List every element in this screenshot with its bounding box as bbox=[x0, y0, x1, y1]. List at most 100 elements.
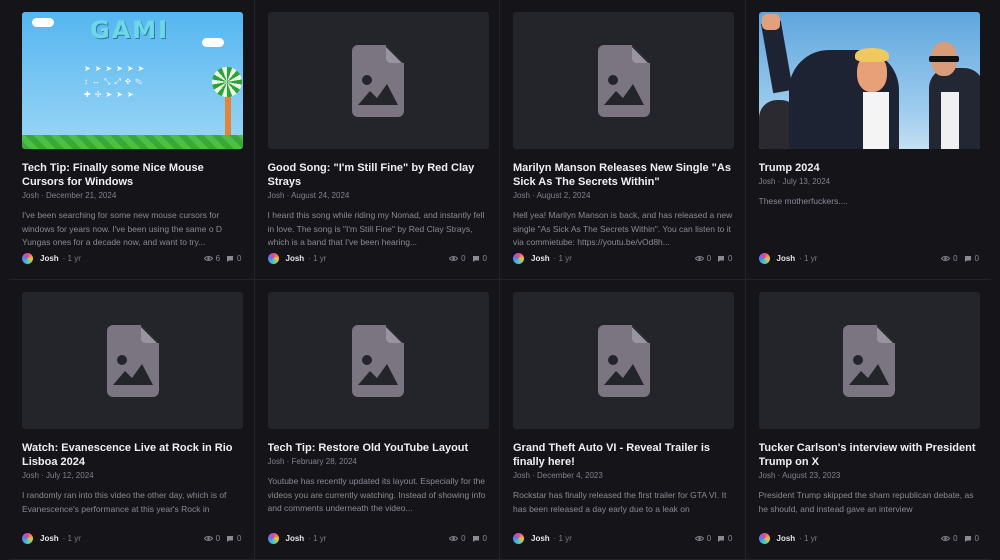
cursor-set: ➤➤➤➤➤➤ ↕↔⤡⤢✥✎ ✚✢➤➤➤ bbox=[84, 64, 149, 99]
post-title[interactable]: Trump 2024 bbox=[759, 161, 980, 175]
post-title[interactable]: Watch: Evanescence Live at Rock in Rio L… bbox=[22, 441, 242, 469]
post-card[interactable]: Grand Theft Auto VI - Reveal Trailer is … bbox=[500, 280, 746, 560]
fist bbox=[761, 14, 780, 30]
eye-icon bbox=[203, 536, 213, 541]
post-title[interactable]: Grand Theft Auto VI - Reveal Trailer is … bbox=[513, 441, 733, 469]
post-stats: 0 0 bbox=[203, 534, 242, 543]
comment-count: 0 bbox=[226, 254, 242, 263]
author-name[interactable]: Josh bbox=[531, 254, 550, 263]
comment-icon bbox=[227, 255, 234, 262]
post-thumbnail[interactable] bbox=[513, 12, 734, 149]
avatar[interactable] bbox=[758, 253, 770, 264]
shirt bbox=[940, 92, 959, 149]
raised-arm bbox=[760, 20, 793, 94]
view-count-value: 0 bbox=[461, 534, 466, 543]
comment-icon bbox=[964, 535, 971, 542]
post-card[interactable]: Good Song: "I'm Still Fine" by Red Clay … bbox=[254, 0, 500, 280]
post-footer: Josh · 1 yr 0 0 bbox=[22, 533, 242, 544]
sunglasses bbox=[928, 56, 959, 62]
comment-count-value: 0 bbox=[237, 254, 242, 263]
comment-icon bbox=[718, 535, 725, 542]
post-title[interactable]: Tech Tip: Restore Old YouTube Layout bbox=[268, 441, 488, 455]
eye-icon bbox=[941, 256, 951, 261]
post-meta: Josh · August 23, 2023 bbox=[758, 471, 841, 480]
avatar[interactable] bbox=[22, 253, 33, 264]
comment-icon bbox=[718, 255, 725, 262]
post-stats: 0 0 bbox=[694, 254, 733, 263]
post-card[interactable]: Watch: Evanescence Live at Rock in Rio L… bbox=[9, 280, 255, 560]
post-footer: Josh · 1 yr 6 0 bbox=[22, 253, 242, 264]
avatar[interactable] bbox=[267, 253, 279, 264]
post-thumbnail[interactable] bbox=[267, 292, 489, 429]
news-photo bbox=[758, 12, 980, 149]
post-title[interactable]: Tucker Carlson's interview with Presiden… bbox=[759, 441, 980, 469]
comment-count: 0 bbox=[717, 534, 733, 543]
post-excerpt: These motherfuckers.... bbox=[758, 196, 848, 206]
post-title[interactable]: Marilyn Manson Releases New Single "As S… bbox=[513, 161, 733, 189]
view-count-value: 0 bbox=[461, 254, 466, 263]
comment-count-value: 0 bbox=[482, 254, 487, 263]
post-stats: 6 0 bbox=[203, 254, 242, 263]
post-title[interactable]: Good Song: "I'm Still Fine" by Red Clay … bbox=[268, 161, 488, 189]
comment-icon bbox=[472, 255, 479, 262]
author-name[interactable]: Josh bbox=[40, 254, 59, 263]
avatar[interactable] bbox=[513, 253, 524, 264]
post-stats: 0 0 bbox=[694, 534, 733, 543]
avatar[interactable] bbox=[758, 533, 770, 544]
post-footer: Josh · 1 yr 0 0 bbox=[513, 253, 733, 264]
post-age: · 1 yr bbox=[553, 534, 572, 543]
eye-icon bbox=[449, 256, 459, 261]
view-count: 0 bbox=[941, 534, 958, 543]
post-card[interactable]: GAMI ➤➤➤➤➤➤ ↕↔⤡⤢✥✎ ✚✢➤➤➤ Tech Tip: Finally … bbox=[9, 0, 255, 280]
post-age: · 1 yr bbox=[799, 254, 818, 263]
comment-count: 0 bbox=[717, 254, 733, 263]
cloud bbox=[32, 18, 54, 27]
comment-count-value: 0 bbox=[237, 534, 242, 543]
hair bbox=[854, 48, 889, 62]
post-meta: Josh · August 24, 2024 bbox=[267, 191, 350, 200]
view-count: 6 bbox=[203, 254, 220, 263]
post-excerpt: I heard this song while riding my Nomad,… bbox=[267, 210, 485, 247]
post-stats: 0 0 bbox=[449, 254, 487, 263]
image-file-icon bbox=[597, 324, 650, 397]
author-name[interactable]: Josh bbox=[286, 534, 305, 543]
shirt bbox=[862, 92, 889, 149]
post-footer: Josh · 1 yr 0 0 bbox=[758, 533, 979, 544]
post-card[interactable]: Marilyn Manson Releases New Single "As S… bbox=[500, 0, 746, 280]
view-count-value: 0 bbox=[706, 254, 712, 263]
post-card[interactable]: Tucker Carlson's interview with Presiden… bbox=[745, 280, 991, 560]
post-card[interactable]: Trump 2024 Josh · July 13, 2024 These mo… bbox=[745, 0, 991, 280]
tree-top bbox=[212, 67, 242, 97]
post-excerpt: Youtube has recently updated its layout.… bbox=[267, 476, 486, 513]
logo: GAMI bbox=[90, 16, 170, 44]
post-thumbnail[interactable]: GAMI ➤➤➤➤➤➤ ↕↔⤡⤢✥✎ ✚✢➤➤➤ bbox=[22, 12, 243, 149]
post-excerpt: I've been searching for some new mouse c… bbox=[22, 210, 223, 247]
avatar[interactable] bbox=[22, 533, 33, 544]
view-count: 0 bbox=[694, 254, 712, 263]
post-thumbnail[interactable] bbox=[758, 292, 980, 429]
post-excerpt: President Trump skipped the sham republi… bbox=[758, 490, 974, 514]
post-age: · 1 yr bbox=[308, 534, 327, 543]
post-thumbnail[interactable] bbox=[267, 12, 489, 149]
author-name[interactable]: Josh bbox=[777, 254, 796, 263]
comment-count-value: 0 bbox=[728, 534, 733, 543]
author-name[interactable]: Josh bbox=[531, 534, 550, 543]
author-name[interactable]: Josh bbox=[40, 534, 59, 543]
author-name[interactable]: Josh bbox=[286, 254, 305, 263]
post-thumbnail[interactable] bbox=[758, 12, 980, 149]
post-excerpt: Hell yea! Marilyn Manson is back, and ha… bbox=[513, 210, 733, 247]
eye-icon bbox=[203, 256, 213, 261]
post-meta: Josh · July 13, 2024 bbox=[758, 177, 831, 186]
post-title[interactable]: Tech Tip: Finally some Nice Mouse Cursor… bbox=[22, 161, 242, 189]
avatar[interactable] bbox=[513, 533, 524, 544]
post-thumbnail[interactable] bbox=[513, 292, 734, 429]
post-card[interactable]: Tech Tip: Restore Old YouTube Layout Jos… bbox=[254, 280, 500, 560]
post-meta: Josh · July 12, 2024 bbox=[22, 471, 94, 480]
tree bbox=[225, 95, 231, 135]
avatar[interactable] bbox=[267, 533, 279, 544]
post-thumbnail[interactable] bbox=[22, 292, 243, 429]
post-footer: Josh · 1 yr 0 0 bbox=[513, 533, 733, 544]
author-name[interactable]: Josh bbox=[777, 534, 796, 543]
view-count: 0 bbox=[694, 534, 711, 543]
view-count: 0 bbox=[449, 254, 466, 263]
